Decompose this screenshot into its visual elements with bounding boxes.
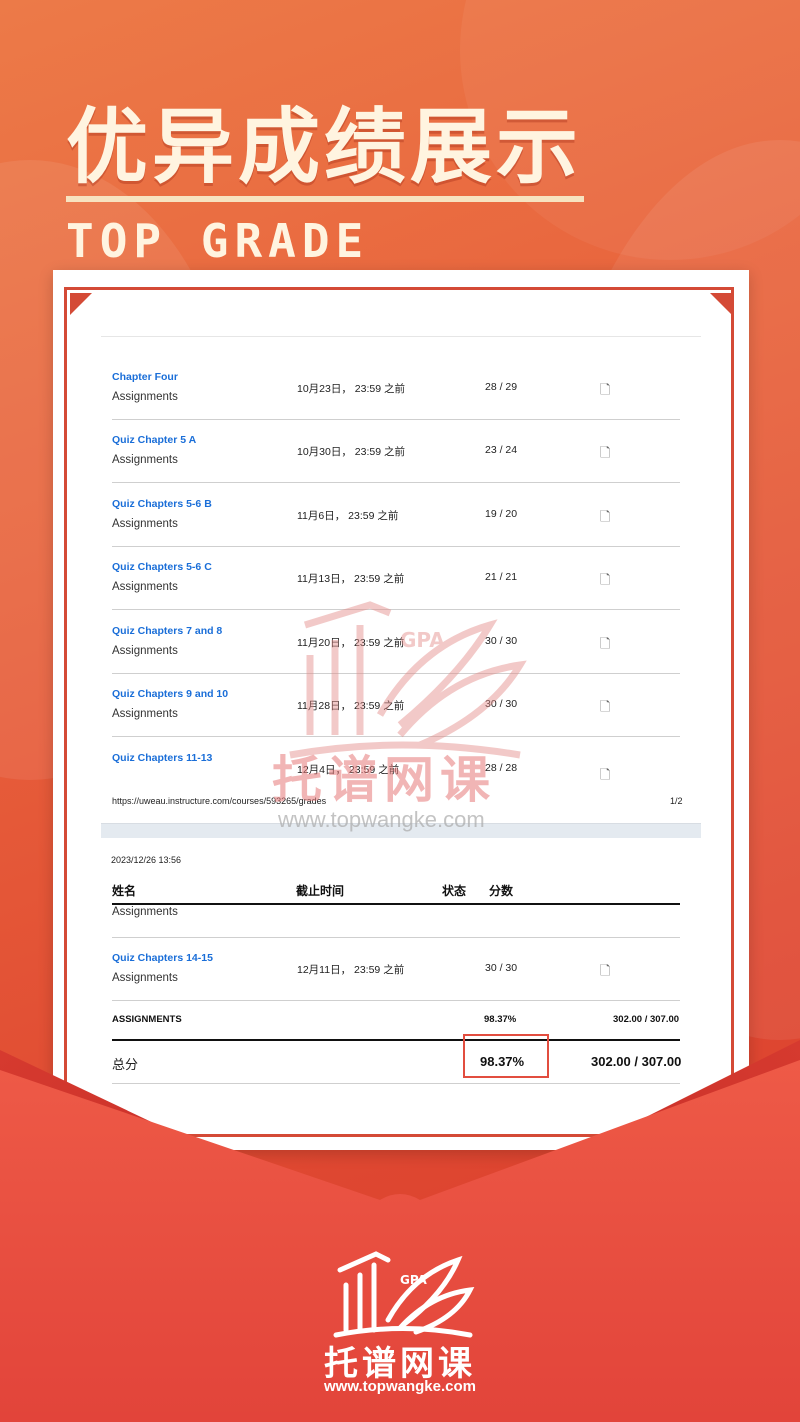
due-date: 11月13日， 23:59 之前	[297, 573, 405, 585]
assignment-link[interactable]: Quiz Chapters 5-6 C	[112, 561, 212, 573]
grade-row: Quiz Chapter 5 A Assignments 10月30日， 23:…	[112, 420, 680, 483]
assignment-category: Assignments	[112, 454, 178, 466]
grade-row: Chapter Four Assignments 10月23日， 23:59 之…	[112, 357, 680, 420]
print-timestamp: 2023/12/26 13:56	[111, 855, 182, 865]
total-label: 总分	[112, 1057, 139, 1072]
score: 30 / 30	[485, 962, 518, 974]
submission-icon[interactable]: 🗋	[600, 444, 610, 466]
assignment-category: Assignments	[112, 645, 178, 657]
poster-headline: 优异成绩展示	[66, 100, 583, 195]
submission-icon[interactable]: 🗋	[600, 381, 610, 403]
brand-logo-icon: GPA	[333, 1251, 475, 1338]
submission-icon[interactable]: 🗋	[600, 508, 610, 530]
assignment-category: Assignments	[112, 972, 178, 984]
score: 30 / 30	[485, 635, 518, 647]
due-date: 10月30日， 23:59 之前	[297, 446, 405, 458]
assignments-summary-percent: 98.37%	[484, 1014, 517, 1025]
headline-underline	[66, 196, 584, 202]
score: 19 / 20	[485, 508, 518, 520]
due-date: 11月20日， 23:59 之前	[297, 637, 405, 649]
assignment-category: Assignments	[112, 708, 178, 720]
column-header-status: 状态	[442, 884, 467, 898]
total-rule	[112, 1039, 680, 1041]
watermark-url: www.topwangke.com	[278, 807, 485, 832]
assignments-summary-label: ASSIGNMENTS	[112, 1014, 182, 1025]
score: 30 / 30	[485, 698, 518, 710]
column-header-due: 截止时间	[296, 884, 345, 898]
due-date: 11月28日， 23:59 之前	[297, 700, 405, 712]
brand-url[interactable]: www.topwangke.com	[0, 1378, 800, 1395]
assignment-category: Assignments	[112, 518, 178, 530]
assignment-category: Assignments	[112, 906, 178, 918]
grade-row: Quiz Chapters 7 and 8 Assignments 11月20日…	[112, 611, 680, 674]
assignment-link[interactable]: Chapter Four	[112, 371, 178, 383]
score: 23 / 24	[485, 444, 518, 456]
submission-icon[interactable]: 🗋	[600, 698, 610, 720]
watermark-brand: 托谱网课	[272, 751, 496, 809]
submission-icon[interactable]: 🗋	[600, 766, 610, 788]
grades-document: Chapter Four Assignments 10月23日， 23:59 之…	[53, 270, 749, 1150]
submission-icon[interactable]: 🗋	[600, 571, 610, 593]
assignment-link[interactable]: Quiz Chapters 5-6 B	[112, 498, 212, 510]
assignment-link[interactable]: Quiz Chapter 5 A	[112, 434, 196, 446]
assignment-link[interactable]: Quiz Chapters 14-15	[112, 952, 213, 964]
grade-row: Quiz Chapters 9 and 10 Assignments 11月28…	[112, 674, 680, 737]
submission-icon[interactable]: 🗋	[600, 962, 610, 984]
due-date: 12月11日， 23:59 之前	[297, 964, 405, 976]
score: 28 / 29	[485, 381, 518, 393]
total-points: 302.00 / 307.00	[591, 1054, 682, 1069]
column-header-name: 姓名	[112, 884, 137, 898]
corner-ornament	[70, 293, 92, 315]
grade-row: Quiz Chapters 5-6 C Assignments 11月13日， …	[112, 547, 680, 610]
due-date: 11月6日， 23:59 之前	[297, 510, 399, 522]
submission-icon[interactable]: 🗋	[600, 635, 610, 657]
header-rule	[112, 903, 680, 905]
grade-row: Quiz Chapters 5-6 B Assignments 11月6日， 2…	[112, 484, 680, 547]
brand-badge: GPA	[400, 1273, 428, 1287]
due-date: 10月23日， 23:59 之前	[297, 383, 405, 395]
page-number: 1/2	[670, 796, 683, 806]
assignments-summary-points: 302.00 / 307.00	[613, 1014, 680, 1025]
assignment-category: Assignments	[112, 391, 178, 403]
score: 21 / 21	[485, 571, 518, 583]
assignment-link[interactable]: Quiz Chapters 7 and 8	[112, 625, 222, 637]
assignment-link[interactable]: Quiz Chapters 11-13	[112, 752, 212, 764]
grade-row: Quiz Chapters 14-15 Assignments 12月11日， …	[112, 938, 680, 1001]
page-top-border	[101, 336, 701, 337]
assignment-category: Assignments	[112, 581, 178, 593]
total-bottom-rule	[112, 1083, 680, 1084]
corner-ornament	[710, 293, 732, 315]
assignment-link[interactable]: Quiz Chapters 9 and 10	[112, 688, 228, 700]
column-header-score: 分数	[489, 884, 514, 898]
poster-subheadline: TOP GRADE	[66, 214, 370, 268]
total-highlight-box	[463, 1034, 549, 1078]
